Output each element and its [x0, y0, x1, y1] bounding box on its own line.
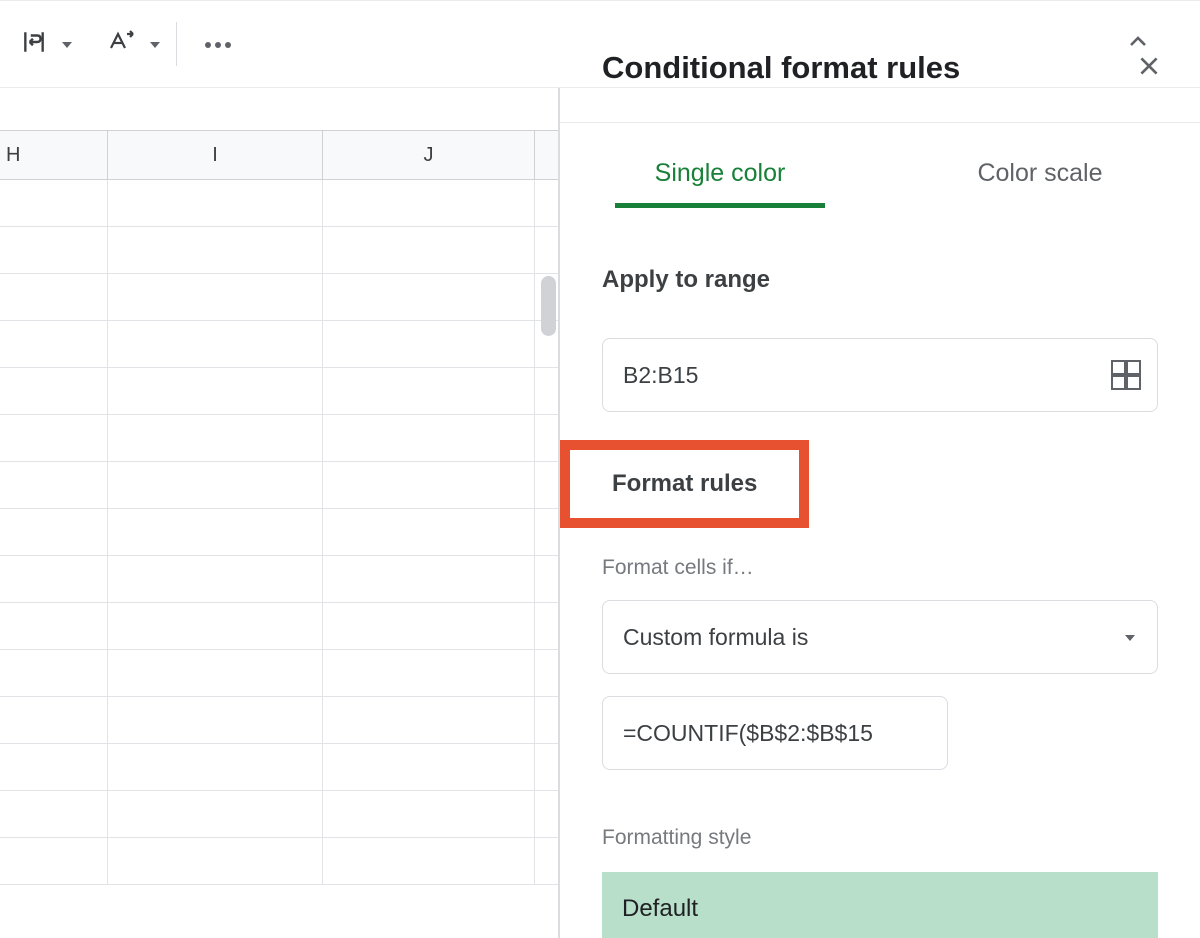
spreadsheet-grid[interactable]: H I J	[0, 88, 560, 938]
column-header-row: H I J	[0, 130, 558, 180]
formula-input[interactable]: =COUNTIF($B$2:$B$15	[602, 696, 948, 770]
style-preview-text: Default	[622, 895, 698, 923]
column-header[interactable]: J	[323, 131, 535, 179]
active-tab-underline	[615, 203, 825, 208]
text-rotate-button[interactable]	[102, 19, 142, 69]
tab-color-scale[interactable]: Color scale	[880, 159, 1200, 208]
tab-single-color[interactable]: Single color	[560, 159, 880, 208]
formula-value: =COUNTIF($B$2:$B$15	[623, 720, 873, 747]
caret-down-icon[interactable]	[150, 42, 160, 48]
panel-title: Conditional format rules	[602, 50, 960, 86]
conditional-format-panel: Conditional format rules Single color Co…	[560, 88, 1200, 938]
caret-down-icon[interactable]	[62, 42, 72, 48]
formatting-style-label: Formatting style	[602, 826, 1158, 850]
close-button[interactable]	[1132, 51, 1166, 85]
toolbar-separator	[176, 22, 177, 66]
more-tools-button[interactable]	[193, 19, 243, 69]
format-rules-highlight: Format rules	[560, 440, 809, 528]
toolbar-group	[14, 19, 243, 69]
ellipsis-icon	[203, 35, 233, 53]
condition-select[interactable]: Custom formula is	[602, 600, 1158, 674]
toolbar	[0, 0, 1200, 88]
text-rotate-icon	[108, 29, 136, 60]
tab-label: Single color	[655, 159, 786, 187]
range-value: B2:B15	[623, 362, 698, 389]
text-wrap-button[interactable]	[14, 19, 54, 69]
column-header[interactable]: H	[0, 131, 108, 179]
format-rules-label: Format rules	[612, 470, 757, 498]
apply-to-range-label: Apply to range	[602, 266, 1158, 294]
column-header[interactable]: I	[108, 131, 323, 179]
caret-down-icon	[1125, 635, 1135, 641]
text-wrap-icon	[21, 29, 47, 60]
grid-select-icon[interactable]	[1111, 360, 1141, 390]
style-preview[interactable]: Default	[602, 872, 1158, 938]
format-tabs: Single color Color scale	[560, 123, 1200, 208]
grid-body[interactable]	[0, 180, 558, 885]
column-header[interactable]	[535, 131, 558, 179]
scrollbar-thumb[interactable]	[541, 276, 556, 336]
tab-label: Color scale	[977, 159, 1102, 187]
close-icon	[1136, 53, 1162, 84]
range-input[interactable]: B2:B15	[602, 338, 1158, 412]
select-value: Custom formula is	[623, 624, 808, 651]
format-cells-if-label: Format cells if…	[602, 556, 1158, 580]
